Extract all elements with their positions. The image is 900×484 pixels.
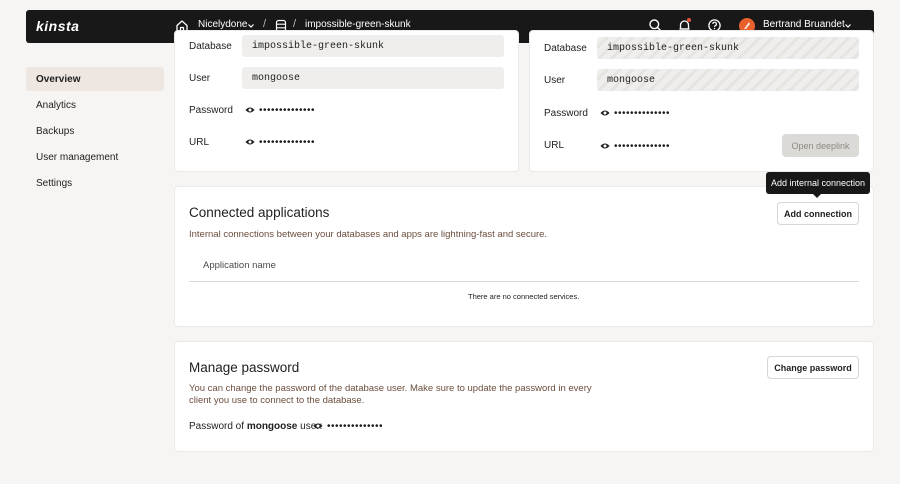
sidebar-item-analytics[interactable]: Analytics: [26, 93, 164, 117]
user-field[interactable]: mongoose: [597, 69, 859, 91]
user-value: mongoose: [252, 72, 301, 84]
sidebar-item-backups[interactable]: Backups: [26, 119, 164, 143]
password-mask: ••••••••••••••: [259, 105, 316, 116]
url-mask: ••••••••••••••: [614, 141, 671, 152]
table-divider: [189, 281, 859, 282]
eye-icon[interactable]: [600, 109, 610, 117]
section-description-line2: client you use to connect to the databas…: [189, 395, 365, 406]
change-password-button[interactable]: Change password: [767, 356, 859, 379]
password-mask: ••••••••••••••: [614, 108, 671, 119]
sidebar-item-label: Overview: [36, 73, 81, 85]
section-description: Internal connections between your databa…: [189, 229, 548, 240]
sidebar-item-label: Analytics: [36, 99, 77, 111]
notification-dot: [687, 18, 691, 22]
user-value: mongoose: [607, 74, 656, 86]
password-label: Password: [544, 108, 588, 119]
add-connection-tooltip: Add internal connection: [766, 172, 870, 194]
password-label: Password: [189, 105, 233, 116]
user-field[interactable]: mongoose: [242, 67, 504, 89]
tooltip-arrow: [812, 193, 822, 198]
user-label: User: [544, 75, 566, 86]
empty-state-text: There are no connected services.: [468, 292, 580, 301]
database-field[interactable]: impossible-green-skunk: [597, 37, 859, 59]
sidebar-item-user-management[interactable]: User management: [26, 145, 164, 169]
url-mask: ••••••••••••••: [259, 137, 316, 148]
url-label: URL: [189, 137, 210, 148]
eye-icon[interactable]: [245, 138, 255, 146]
sidebar-item-label: Backups: [36, 125, 75, 137]
column-header-application-name[interactable]: Application name: [203, 260, 276, 271]
database-field[interactable]: impossible-green-skunk: [242, 35, 504, 57]
pw-user: mongoose: [246, 421, 298, 432]
breadcrumb-site[interactable]: Nicelydone: [198, 19, 247, 30]
sidebar-item-label: User management: [36, 151, 119, 163]
url-label: URL: [544, 140, 565, 151]
database-value: impossible-green-skunk: [607, 42, 740, 54]
section-title: Connected applications: [189, 205, 330, 220]
database-value: impossible-green-skunk: [252, 40, 385, 52]
breadcrumb-separator: /: [263, 18, 267, 30]
breadcrumb-database[interactable]: impossible-green-skunk: [305, 19, 411, 30]
sidebar-item-label: Settings: [36, 177, 73, 189]
user-label: User: [189, 73, 211, 84]
sidebar-item-overview[interactable]: Overview: [26, 67, 164, 91]
breadcrumb-separator: /: [293, 18, 297, 30]
pw-prefix: Password of: [189, 421, 247, 432]
eye-icon[interactable]: [313, 422, 323, 430]
database-label: Database: [544, 43, 587, 54]
open-deeplink-button[interactable]: Open deeplink: [782, 134, 859, 157]
eye-icon[interactable]: [600, 142, 610, 150]
add-connection-button[interactable]: Add connection: [777, 202, 859, 225]
user-name[interactable]: Bertrand Bruandet: [763, 19, 845, 30]
database-label: Database: [189, 41, 232, 52]
eye-icon[interactable]: [245, 106, 255, 114]
kinsta-logo[interactable]: kinsta: [36, 18, 79, 34]
password-mask: ••••••••••••••: [327, 421, 384, 432]
sidebar-item-settings[interactable]: Settings: [26, 171, 164, 195]
password-of-user-label: Password of mongoose user:: [189, 421, 322, 432]
section-title: Manage password: [189, 360, 300, 375]
